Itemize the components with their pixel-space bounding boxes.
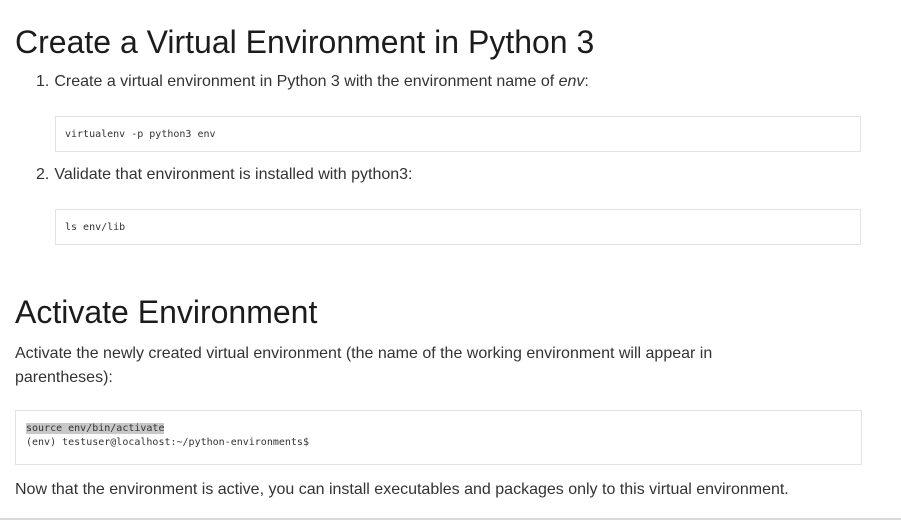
step-text: Create a virtual environment in Python 3… — [54, 73, 559, 90]
activate-outro-text: Now that the environment is active, you … — [15, 481, 789, 498]
step-text-tail: : — [584, 73, 589, 90]
step-emphasis: env — [558, 73, 585, 90]
activate-intro-text: Activate the newly created virtual envir… — [15, 345, 713, 386]
code-line-output[interactable]: (env) testuser@localhost:~/python-enviro… — [26, 436, 851, 450]
step-text: Validate that environment is installed w… — [54, 166, 413, 183]
code-block-virtualenv[interactable]: virtualenv -p python3 env — [55, 116, 861, 152]
bottom-divider — [0, 518, 901, 520]
step-item-2: 2. Validate that environment is installed… — [36, 165, 412, 185]
code-block-ls[interactable]: ls env/lib — [55, 209, 861, 245]
section-heading-create-venv: Create a Virtual Environment in Python 3 — [15, 24, 595, 60]
selected-code-text[interactable]: source env/bin/activate — [26, 423, 165, 434]
step-number: 2. — [36, 166, 50, 183]
step-item-1: 1. Create a virtual environment in Python… — [36, 72, 589, 92]
step-number: 1. — [36, 73, 50, 90]
code-line-command[interactable]: source env/bin/activate — [26, 422, 851, 436]
code-block-activate[interactable]: source env/bin/activate (env) testuser@l… — [15, 410, 862, 465]
section-heading-activate: Activate Environment — [15, 294, 318, 330]
article-content: Create a Virtual Environment in Python 3… — [0, 0, 901, 519]
